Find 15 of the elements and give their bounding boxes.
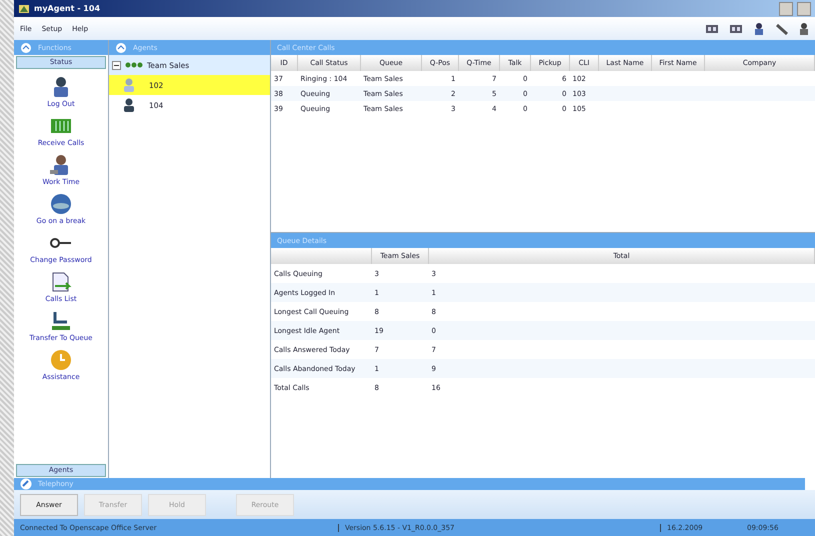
grid-view-icon[interactable] <box>705 24 719 34</box>
phone-icon[interactable] <box>20 478 32 490</box>
expander-icon[interactable] <box>112 60 121 70</box>
grid-view-icon[interactable] <box>729 24 743 34</box>
app-icon <box>18 2 30 14</box>
function-icon[interactable] <box>49 193 73 215</box>
team-icon <box>125 61 143 69</box>
collapse-icon[interactable] <box>115 42 127 54</box>
window-title: myAgent - 104 <box>34 4 100 13</box>
person-icon <box>123 98 135 112</box>
person-icon <box>123 78 135 92</box>
person-icon[interactable] <box>753 22 765 36</box>
person-icon[interactable] <box>799 22 809 36</box>
function-icon[interactable] <box>49 310 73 332</box>
collapse-icon[interactable] <box>20 42 32 54</box>
